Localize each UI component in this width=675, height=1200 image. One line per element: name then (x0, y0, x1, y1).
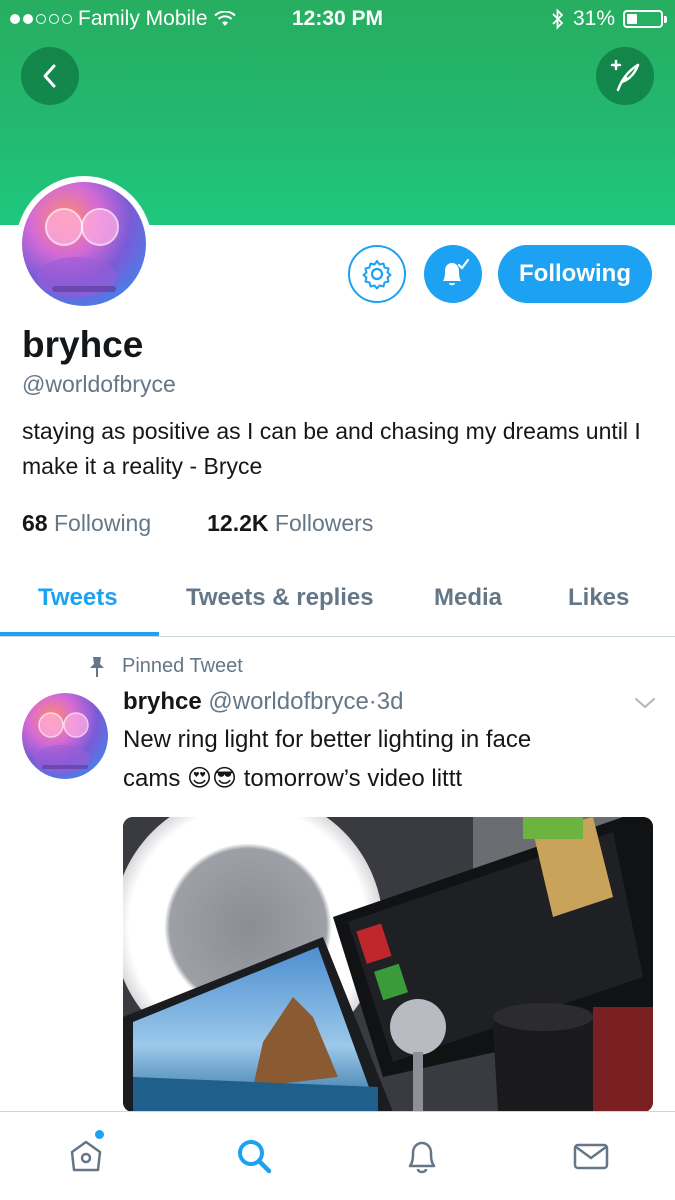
tweet-author-handle: @worldofbryce (208, 688, 369, 715)
active-tab-indicator (0, 632, 159, 636)
tweet-text: New ring light for better lighting in fa… (123, 720, 643, 798)
heart-eyes-emoji: 😍 (187, 765, 213, 792)
notifications-icon (408, 1141, 436, 1174)
tab-home[interactable] (64, 1134, 108, 1178)
gear-icon (362, 260, 392, 290)
pinned-tweet-label: Pinned Tweet (88, 655, 243, 678)
pin-icon (90, 656, 104, 677)
followers-label: Followers (274, 510, 374, 536)
status-bar: Family Mobile 12:30 PM 31% (0, 0, 675, 38)
profile-avatar[interactable] (16, 176, 152, 312)
profile-bio: staying as positive as I can be and chas… (22, 418, 641, 479)
tab-media[interactable]: Media (434, 584, 502, 612)
compose-tweet-icon (610, 59, 640, 92)
tweet-photo[interactable] (123, 817, 653, 1112)
battery-icon (623, 10, 667, 28)
notifications-toggle-button[interactable] (424, 245, 482, 303)
tweet-header: bryhce @worldofbryce·3d (123, 688, 404, 716)
following-label: Following (53, 510, 152, 536)
profile-handle: @worldofbryce (22, 371, 176, 397)
tweet-age: 3d (376, 688, 404, 715)
tab-tweets-and-replies[interactable]: Tweets & replies (186, 584, 374, 612)
profile-tabs: Tweets Tweets & replies Media Likes (0, 570, 675, 637)
followers-count: 12.2K (207, 510, 269, 536)
avatar-image (22, 182, 146, 306)
tweet-separator: · (368, 688, 377, 715)
pinned-text: Pinned Tweet (122, 655, 243, 677)
back-button[interactable] (21, 47, 79, 105)
followers-stat[interactable]: 12.2K Followers (207, 510, 373, 537)
compose-tweet-button[interactable] (596, 47, 654, 105)
tweet-avatar[interactable] (22, 693, 108, 779)
home-icon (70, 1140, 102, 1172)
search-icon (238, 1140, 272, 1174)
profile-name: bryhce (22, 324, 144, 365)
tab-tweets[interactable]: Tweets (38, 584, 118, 612)
following-stat[interactable]: 68 Following (22, 510, 151, 537)
tweet-text-line2-end: tomorrow’s video littt (243, 765, 463, 792)
tab-notifications[interactable] (400, 1134, 444, 1178)
battery-percent: 31% (572, 7, 615, 30)
bell-check-icon (443, 258, 470, 286)
sunglasses-emoji: 😎 (212, 765, 238, 792)
tweet-author-name[interactable]: bryhce (123, 688, 202, 715)
bluetooth-icon (552, 8, 564, 30)
new-content-dot (95, 1130, 104, 1139)
following-count: 68 (22, 510, 48, 536)
bottom-tab-bar (0, 1111, 675, 1200)
chevron-left-icon (43, 64, 56, 88)
messages-icon (573, 1143, 609, 1170)
tweet-options-button[interactable] (634, 696, 656, 715)
tab-search[interactable] (232, 1134, 276, 1178)
tweet-text-line2-start: cams (123, 765, 181, 792)
tweet-text-line1: New ring light for better lighting in fa… (123, 726, 532, 753)
following-button[interactable]: Following (498, 245, 652, 303)
chevron-down-icon (635, 698, 655, 709)
profile-stats: 68 Following 12.2K Followers (22, 510, 373, 537)
tab-messages[interactable] (569, 1134, 613, 1178)
tab-likes[interactable]: Likes (568, 584, 629, 612)
settings-button[interactable] (348, 245, 406, 303)
